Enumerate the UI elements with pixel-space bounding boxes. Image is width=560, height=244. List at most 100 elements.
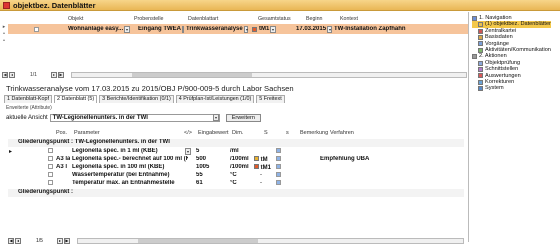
param-value: Wassertemperatur (bei Entnahme)	[72, 172, 170, 178]
beginn-value: 17.03.2015	[296, 26, 327, 32]
navigation-panel: 1. Navigation (1) objektbez. Datenblätte…	[468, 12, 560, 242]
chevron-down-icon[interactable]	[270, 25, 277, 33]
nav-label: System	[485, 85, 504, 92]
chevron-down-icon[interactable]	[212, 114, 219, 121]
interface-icon	[478, 66, 483, 72]
status-value: tM	[260, 157, 268, 163]
top-record-navigator: ◀ ◂ 1/1 ▸ ▶	[2, 71, 467, 79]
title-bar: objektbez. Datenblätter	[0, 0, 560, 11]
dim-value: /100ml	[230, 164, 249, 170]
table-row[interactable]: A3 la Legionella spec.- berechnet auf 10…	[8, 156, 464, 164]
col-beginn[interactable]: Beginn	[306, 16, 340, 24]
nav-item-system[interactable]: System	[472, 85, 551, 91]
col-bemerkung[interactable]: Bemerkung	[300, 130, 328, 136]
row-checkbox[interactable]	[48, 164, 53, 169]
col-eingabewert[interactable]: Eingabewert	[198, 130, 229, 136]
col-lt[interactable]: </>	[184, 130, 192, 136]
value-field[interactable]: 500	[196, 156, 230, 162]
col-datenblattart[interactable]: Datenblattart	[178, 16, 258, 24]
tab-bar: 1 Datenblatt-Kopf 2 Datenblatt (5) 3 Ber…	[4, 95, 464, 103]
col-kontext[interactable]: Kontext	[340, 16, 400, 24]
tab-berichte[interactable]: 3 Berichte/Identifikation (0/1)	[99, 95, 174, 103]
chevron-down-icon[interactable]	[182, 25, 184, 33]
chevron-down-icon[interactable]	[124, 25, 131, 33]
value-field[interactable]: 1005	[196, 164, 230, 170]
col-objekt[interactable]: Objekt	[8, 16, 108, 24]
chevron-down-icon[interactable]	[243, 25, 248, 33]
row-checkbox[interactable]	[276, 164, 281, 169]
col-s[interactable]: S	[264, 130, 268, 136]
erweitern-button[interactable]: Erweitern	[225, 113, 261, 122]
record-position: 1/5	[36, 237, 43, 244]
row-checkbox[interactable]	[48, 148, 53, 153]
col-dim[interactable]: Dim.	[232, 130, 243, 136]
value-field[interactable]: 61	[196, 180, 230, 186]
kontext-value: TW-Installation Zapfhahn	[334, 26, 406, 32]
status-value: -	[260, 172, 262, 178]
extended-attributes-link[interactable]: Erweiterte (Attribute)	[6, 105, 52, 111]
param-value: Legionella spec. in 100 ml (KBE)	[72, 164, 165, 170]
row-checkbox[interactable]	[48, 172, 53, 177]
current-row-icon: ▸	[2, 24, 6, 30]
dim-value: °C	[230, 172, 237, 178]
pos-value: A3 la	[56, 156, 70, 162]
row-marker: •	[3, 38, 5, 44]
value-field[interactable]: 5	[196, 148, 230, 154]
process-icon	[478, 41, 483, 47]
prev-record-icon[interactable]: ◂	[15, 237, 21, 244]
group-row[interactable]: Gliederungspunkt : TW-Legionellenunters.…	[8, 139, 464, 147]
status-value: tM1	[260, 165, 272, 171]
chevron-down-icon[interactable]	[327, 25, 332, 33]
horizontal-scrollbar[interactable]	[76, 237, 464, 244]
col-parameter[interactable]: Parameter	[74, 130, 100, 136]
chart-icon	[478, 73, 483, 79]
tab-pruefplan[interactable]: 4 Prüfplan-Ist/Leistungen (1/0)	[175, 95, 255, 103]
last-record-icon[interactable]: ▶	[57, 72, 64, 78]
horizontal-scrollbar[interactable]	[70, 72, 467, 78]
row-checkbox[interactable]	[276, 180, 281, 185]
first-record-icon[interactable]: ◀	[2, 72, 8, 78]
tab-datenblatt[interactable]: 2 Datenblatt (5)	[53, 95, 98, 103]
dim-value: /ml	[230, 148, 239, 154]
col-s2[interactable]: s	[286, 130, 289, 136]
prev-record-icon[interactable]: ◂	[9, 72, 15, 78]
record-title: Trinkwasseranalyse vom 17.03.2015 zu 201…	[6, 84, 294, 93]
param-value: Legionella spec. in 1 ml (KBE)	[72, 148, 158, 154]
next-record-icon[interactable]: ▸	[50, 72, 57, 78]
group-label: Gliederungspunkt :	[18, 189, 74, 195]
col-verfahren[interactable]: Verfahren	[330, 130, 354, 136]
col-pos[interactable]: Pos.	[56, 130, 67, 136]
tab-freitext[interactable]: 5 Freitext	[256, 95, 285, 103]
tab-kopf[interactable]: 1 Datenblatt-Kopf	[4, 95, 52, 103]
group-row[interactable]: Gliederungspunkt :	[8, 189, 464, 197]
scroll-thumb[interactable]	[131, 73, 252, 77]
chevron-down-icon[interactable]	[185, 148, 191, 155]
row-checkbox[interactable]	[48, 156, 53, 161]
table-row[interactable]: Wassertemperatur (bei Entnahme) 55 °C -	[8, 172, 464, 180]
next-record-icon[interactable]: ▸	[56, 237, 63, 244]
view-select[interactable]: TW-Legionellenunters. in der TWI	[49, 113, 220, 122]
first-record-icon[interactable]: ◀	[8, 237, 14, 244]
verfahren-value: Empfehlung UBA	[320, 156, 370, 162]
row-checkbox[interactable]	[276, 148, 281, 153]
navigation-tree: 1. Navigation (1) objektbez. Datenblätte…	[472, 15, 551, 92]
table-row[interactable]: Temperatur max. an Entnahmestelle 61 °C …	[8, 180, 464, 188]
value-field[interactable]: 55	[196, 172, 230, 178]
row-checkbox[interactable]	[48, 180, 53, 185]
param-grid-header: Pos. Parameter </> Eingabewert Dim. S s …	[18, 130, 458, 138]
top-grid-row[interactable]: Wohnanlage easy... Eingang TWEA Trinkwas…	[8, 24, 468, 34]
sheet-icon	[478, 22, 483, 28]
last-record-icon[interactable]: ▶	[63, 237, 70, 244]
row-checkbox[interactable]	[34, 26, 39, 32]
status-color-icon	[252, 26, 257, 32]
table-row[interactable]: ▸ Legionella spec. in 1 ml (KBE) 5 /ml	[8, 148, 464, 156]
row-checkbox[interactable]	[276, 172, 281, 177]
col-probenstelle[interactable]: Probenstelle	[108, 16, 178, 24]
record-position: 1/1	[30, 72, 37, 78]
row-checkbox[interactable]	[276, 156, 281, 161]
col-gesamtstatus[interactable]: Gesamtstatus	[258, 16, 306, 24]
search-icon	[478, 60, 483, 66]
param-value: Temperatur max. an Entnahmestelle	[72, 180, 175, 186]
system-icon	[478, 86, 483, 92]
table-row[interactable]: A3 l Legionella spec. in 100 ml (KBE) 10…	[8, 164, 464, 172]
